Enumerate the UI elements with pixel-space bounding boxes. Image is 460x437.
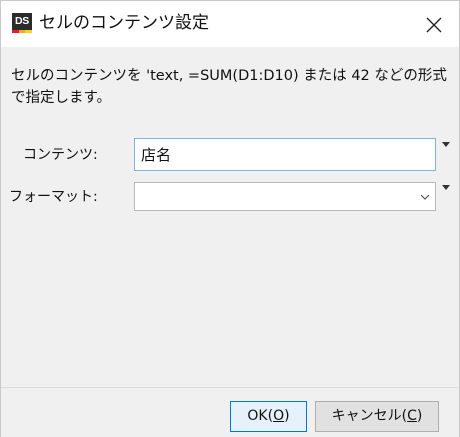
cancel-label-suffix: ) — [416, 408, 423, 424]
ok-button[interactable]: OK(O) — [230, 401, 307, 432]
cancel-label-prefix: キャンセル( — [331, 408, 408, 424]
title-bar: DS セルのコンテンツ設定 — [1, 1, 459, 47]
logo-stripe-yellow — [25, 30, 32, 33]
format-chevron-down-icon — [420, 194, 430, 200]
format-combobox[interactable] — [134, 182, 436, 211]
app-logo: DS — [12, 13, 32, 33]
ok-label-prefix: OK( — [247, 408, 274, 424]
contents-input[interactable] — [135, 139, 435, 170]
app-logo-text: DS — [15, 15, 29, 27]
cancel-button[interactable]: キャンセル(C) — [315, 401, 439, 432]
ok-mnemonic: O — [273, 408, 285, 424]
close-icon — [426, 17, 442, 33]
description-text: セルのコンテンツを 'text, =SUM(D1:D10) または 42 などの… — [11, 68, 447, 106]
format-label: フォーマット: — [9, 189, 98, 205]
dialog-content: セルのコンテンツを 'text, =SUM(D1:D10) または 42 などの… — [1, 47, 459, 387]
ok-label-suffix: ) — [284, 408, 290, 424]
format-dropdown-arrow-icon[interactable] — [441, 184, 451, 191]
contents-label: コンテンツ: — [23, 147, 98, 163]
cancel-mnemonic: C — [407, 408, 417, 424]
logo-stripe-red — [12, 30, 19, 33]
cell-contents-dialog: DS セルのコンテンツ設定 セルのコンテンツを 'text, =SUM(D1:D… — [0, 0, 460, 437]
close-button[interactable] — [413, 9, 453, 41]
dialog-footer: OK(O) キャンセル(C) — [1, 387, 459, 437]
contents-input-box[interactable] — [134, 138, 436, 171]
contents-dropdown-arrow-icon[interactable] — [441, 141, 451, 148]
dialog-title: セルのコンテンツ設定 — [39, 13, 209, 33]
